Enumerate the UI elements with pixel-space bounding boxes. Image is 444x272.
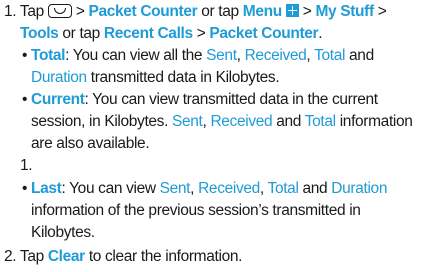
total-bullet-line-2: Duration transmitted data in Kilobytes. <box>31 67 280 89</box>
and-text: and <box>302 180 328 197</box>
received-term: Received <box>210 113 273 130</box>
last-text-1: : You can view <box>61 180 156 197</box>
current-bullet-line-2: session, in Kilobytes. Sent, Received an… <box>31 113 413 130</box>
total-text-1: : You can view all the <box>65 47 203 64</box>
recent-calls-label: Recent Calls <box>103 25 193 42</box>
total-term: Total <box>304 113 336 130</box>
step-1-tap: Tap <box>19 3 44 20</box>
duration-term: Duration <box>331 180 388 197</box>
last-text-2: information of the previous session’s tr… <box>31 202 361 219</box>
bullet-dot: • <box>22 180 28 197</box>
total-term: Total <box>267 180 299 197</box>
received-term: Received <box>244 47 307 64</box>
period: . <box>318 25 323 42</box>
step-2-tap: Tap <box>19 248 44 265</box>
last-bullet-line-3: Kilobytes. <box>31 222 95 244</box>
current-text-2: session, in Kilobytes. <box>31 113 169 130</box>
total-bullet-line-1: • Total: You can view all the Sent, Recei… <box>22 45 374 67</box>
sent-term: Sent <box>172 113 203 130</box>
total-label: Total <box>31 47 66 64</box>
step-1-line-2: Tools or tap Recent Calls > Packet Count… <box>20 23 323 45</box>
current-bullet-line-1: • Current: You can view transmitted data … <box>22 89 378 111</box>
separator: > <box>377 3 387 20</box>
current-text-3: information <box>339 113 413 130</box>
last-line-number: 1. <box>20 155 33 177</box>
clear-label: Clear <box>47 248 85 265</box>
or-tap-text: or tap <box>201 3 239 20</box>
step-2-number: 2. <box>4 248 17 265</box>
tools-label: Tools <box>20 25 59 42</box>
bullet-dot: • <box>22 47 28 64</box>
step-2-text: to clear the information. <box>88 248 243 265</box>
current-text-4: are also available. <box>31 135 150 152</box>
total-term: Total <box>314 47 346 64</box>
bullet-dot: • <box>22 91 28 108</box>
last-number: 1. <box>20 157 33 174</box>
last-text-3: Kilobytes. <box>31 224 95 241</box>
end-key-icon <box>47 4 72 18</box>
step-1-number: 1. <box>4 3 17 20</box>
total-text-2: transmitted data in Kilobytes. <box>90 69 280 86</box>
last-bullet-line-1: • Last: You can view Sent, Received, Tota… <box>22 178 387 200</box>
current-label: Current <box>31 91 85 108</box>
menu-label: Menu <box>242 3 282 20</box>
separator: > <box>75 3 85 20</box>
last-label: Last <box>31 180 62 197</box>
last-bullet-line-2: information of the previous session’s tr… <box>31 200 361 222</box>
or-tap-text-2: or tap <box>62 25 100 42</box>
separator: > <box>196 25 206 42</box>
current-text-1: : You can view transmitted data in the c… <box>84 91 379 108</box>
separator: > <box>302 3 312 20</box>
and-text: and <box>349 47 374 64</box>
received-term: Received <box>198 180 260 197</box>
manual-page: 1. Tap > Packet Counter or tap Menu > My… <box>0 0 444 272</box>
menu-grid-icon <box>285 4 299 17</box>
sent-term: Sent <box>159 180 191 197</box>
sent-term: Sent <box>206 47 237 64</box>
step-2-line: 2. Tap Clear to clear the information. <box>4 246 242 268</box>
and-text: and <box>276 113 302 130</box>
packet-counter-label-2: Packet Counter <box>209 25 319 42</box>
step-1-line-1: 1. Tap > Packet Counter or tap Menu > My… <box>4 1 387 23</box>
duration-term: Duration <box>31 69 87 86</box>
current-bullet-line-3: are also available. <box>31 133 150 155</box>
packet-counter-label: Packet Counter <box>88 3 198 20</box>
my-stuff-label: My Stuff <box>315 3 374 20</box>
